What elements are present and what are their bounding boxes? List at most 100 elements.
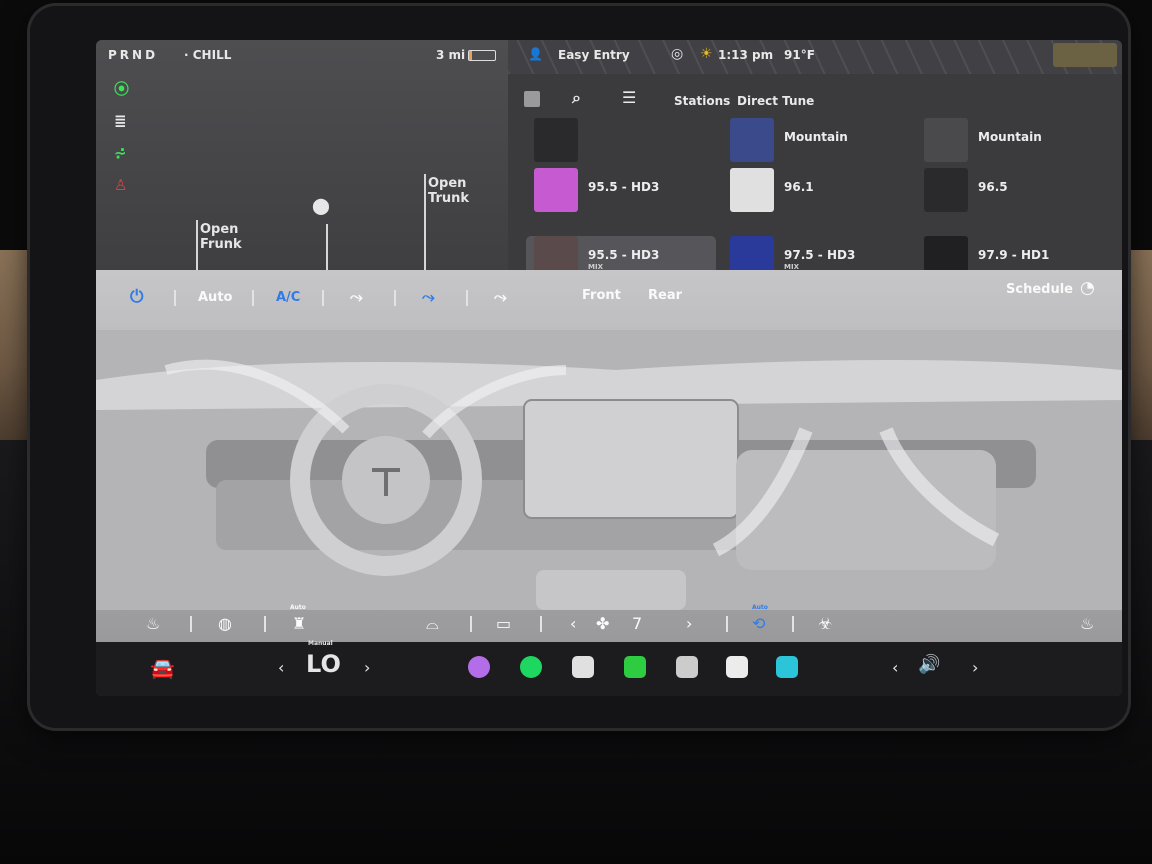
tab-direct-tune[interactable]: Direct Tune	[737, 94, 814, 108]
source-icon[interactable]	[524, 91, 540, 107]
media-app-icon[interactable]	[776, 656, 798, 678]
divider	[394, 290, 396, 306]
tab-stations[interactable]: Stations	[674, 94, 730, 108]
charge-port-icon[interactable]: ⬤	[312, 196, 330, 215]
station-tile[interactable]: Mountain	[722, 118, 912, 162]
vehicle-view[interactable]: ⦿ ≣ ⩫ ♙ ⬤ Open Frunk Open Trunk	[96, 40, 508, 270]
battery-icon	[468, 50, 496, 61]
station-tile[interactable]: Mountain	[916, 118, 1106, 162]
passenger-seat-heater-icon[interactable]: ♨	[1080, 614, 1094, 633]
battery-fill	[469, 51, 472, 60]
airflow-defrost-icon[interactable]: ⤳	[494, 287, 507, 307]
headlight-on-icon: ⦿	[114, 80, 130, 98]
recirc-auto-label: Auto	[752, 604, 768, 611]
cabin-temperature[interactable]: LO	[306, 650, 341, 678]
temp-decrease-button[interactable]: ‹	[278, 658, 284, 677]
auto-label: Auto	[290, 604, 306, 611]
station-artwork	[730, 118, 774, 162]
fan-increase-button[interactable]: ›	[686, 614, 692, 633]
station-artwork	[924, 118, 968, 162]
person-icon[interactable]: 👤	[528, 47, 543, 61]
station-artwork	[534, 168, 578, 212]
open-trunk-button[interactable]: Open Trunk	[428, 176, 469, 206]
station-tile[interactable]: 96.5	[916, 168, 1106, 212]
station-name: 96.5	[978, 180, 1008, 194]
fan-icon: ✤	[596, 614, 610, 633]
spotify-app-icon[interactable]	[520, 656, 542, 678]
climate-panel: ⏻ Auto A/C ⤳ ⤳ ⤳ Front Rear Schedule ◔ ♨…	[96, 270, 1122, 642]
sun-icon: ☀	[700, 46, 713, 62]
station-name: 95.5 - HD3	[588, 180, 660, 194]
divider	[792, 616, 794, 632]
clock-icon[interactable]: ◔	[1080, 278, 1095, 298]
station-name: Mountain	[978, 130, 1042, 144]
open-frunk-button[interactable]: Open Frunk	[200, 222, 242, 252]
divider	[466, 290, 468, 306]
recirculate-icon[interactable]: ⟲	[752, 614, 765, 633]
separator: ·	[184, 48, 189, 62]
search-icon[interactable]: ⌕	[572, 88, 581, 108]
car-icon[interactable]: 🚘	[150, 656, 175, 680]
station-artwork	[924, 168, 968, 212]
media-player: ⌕ ☰ Stations Direct Tune Mountain Mountai…	[508, 40, 1122, 280]
driver-seat-heater-icon[interactable]: ♨	[146, 614, 160, 633]
outside-temperature: 91°F	[784, 48, 815, 62]
station-name: 95.5 - HD3	[588, 248, 660, 262]
climate-bottom-controls: ♨ ◍ Auto ♜ ⌓ ▭ ‹ ✤ 7 › Auto ⟲ ☣ ♨	[96, 604, 1122, 642]
cabin-illustration[interactable]	[96, 330, 1122, 610]
airflow-face-icon[interactable]: ⤳	[350, 287, 363, 307]
temp-increase-button[interactable]: ›	[364, 658, 370, 677]
rear-tab[interactable]: Rear	[648, 288, 682, 303]
driver-profile[interactable]: Easy Entry	[558, 48, 630, 62]
bottom-dock: 🚘 ‹ Manual LO › ‹ 🔊 ›	[96, 640, 1122, 696]
ac-button[interactable]: A/C	[276, 290, 300, 305]
volume-icon[interactable]: 🔊	[918, 654, 940, 675]
high-beam-icon: ≣	[114, 112, 127, 130]
more-apps-icon[interactable]	[676, 656, 698, 678]
divider	[174, 290, 176, 306]
airflow-feet-icon[interactable]: ⤳	[422, 287, 435, 307]
display-bezel: ⦿ ≣ ⩫ ♙ ⬤ Open Frunk Open Trunk ⌕ ☰ Stat…	[30, 6, 1128, 728]
station-tile[interactable]	[526, 118, 716, 162]
podcast-app-icon[interactable]	[468, 656, 490, 678]
charge-pointer	[326, 224, 328, 270]
status-bar: PRND · CHILL 3 mi 👤 Easy Entry ◎ ☀ 1:13 …	[96, 40, 1122, 70]
temp-mode-label: Manual	[308, 640, 333, 647]
camera-app-icon[interactable]	[572, 656, 594, 678]
trunk-pointer	[424, 174, 426, 270]
divider	[726, 616, 728, 632]
station-tile[interactable]: 95.5 - HD3	[526, 168, 716, 212]
schedule-button[interactable]: Schedule	[1006, 282, 1073, 297]
divider	[322, 290, 324, 306]
steering-heater-icon[interactable]: ◍	[218, 614, 232, 633]
drive-mode: · CHILL	[184, 48, 231, 62]
gear-selector: PRND	[108, 48, 159, 62]
notes-app-icon[interactable]	[726, 656, 748, 678]
station-name: 96.1	[784, 180, 814, 194]
range-readout: 3 mi	[436, 48, 466, 62]
auto-button[interactable]: Auto	[198, 290, 232, 305]
front-tab[interactable]: Front	[582, 288, 621, 303]
phone-app-icon[interactable]	[624, 656, 646, 678]
divider	[252, 290, 254, 306]
bioweapon-mode-icon[interactable]: ☣	[818, 614, 832, 633]
radio-station-logo	[1053, 43, 1117, 67]
station-name: Mountain	[784, 130, 848, 144]
station-name: 97.9 - HD1	[978, 248, 1050, 262]
station-artwork	[730, 168, 774, 212]
power-icon[interactable]: ⏻	[130, 287, 143, 307]
frunk-pointer	[196, 220, 198, 270]
divider	[190, 616, 192, 632]
rear-defrost-icon[interactable]: ▭	[496, 614, 511, 633]
volume-increase-button[interactable]: ›	[972, 658, 978, 677]
drive-mode-label: CHILL	[192, 48, 232, 62]
sentry-icon[interactable]: ◎	[671, 46, 683, 62]
menu-list-icon[interactable]: ☰	[622, 88, 636, 107]
divider	[540, 616, 542, 632]
fan-decrease-button[interactable]: ‹	[570, 614, 576, 633]
volume-decrease-button[interactable]: ‹	[892, 658, 898, 677]
divider	[470, 616, 472, 632]
front-defrost-icon[interactable]: ⌓	[426, 614, 439, 634]
station-tile[interactable]: 96.1	[722, 168, 912, 212]
seat-climate-icon[interactable]: ♜	[292, 614, 306, 633]
